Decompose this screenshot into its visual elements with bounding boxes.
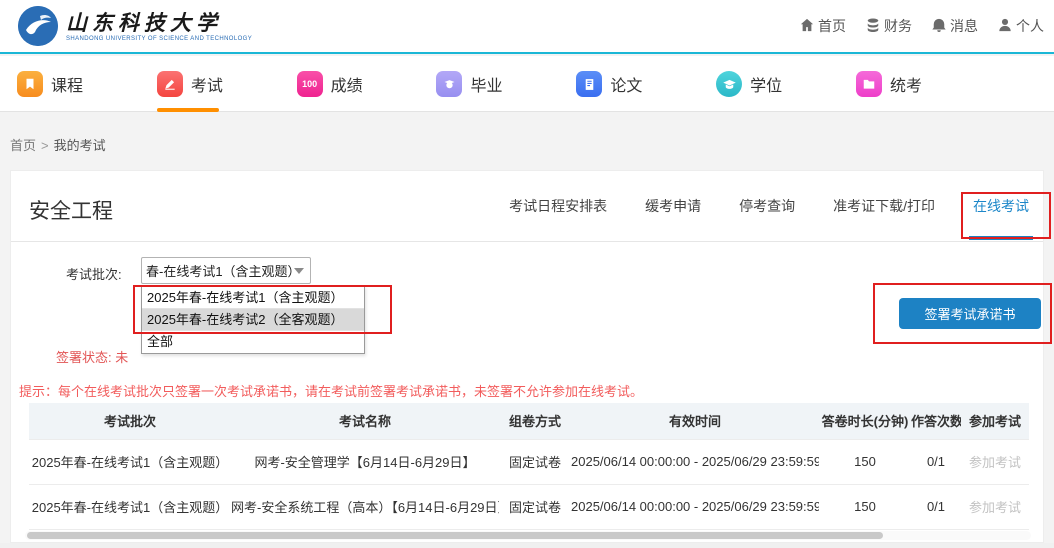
- exam-section-tabs: 考试日程安排表 缓考申请 停考查询 准考证下载/打印 在线考试: [507, 171, 1031, 241]
- nav-tab-courses[interactable]: 课程: [17, 56, 83, 112]
- tab-admission-ticket[interactable]: 准考证下载/打印: [831, 172, 937, 240]
- content-card: 安全工程 考试日程安排表 缓考申请 停考查询 准考证下载/打印 在线考试 考试批…: [10, 170, 1044, 543]
- nav-tab-graduation[interactable]: 毕业: [436, 56, 502, 112]
- dropdown-option-2[interactable]: 2025年春-在线考试2（全客观题）: [142, 309, 364, 331]
- app-window: 山东科技大学 SHANDONG UNIVERSITY OF SCIENCE AN…: [0, 0, 1054, 548]
- degree-cap-icon: [716, 71, 742, 97]
- exam-pencil-icon: [157, 71, 183, 97]
- folder-icon: [856, 71, 882, 97]
- dropdown-option-3[interactable]: 全部: [142, 331, 364, 353]
- nav-tab-grades[interactable]: 100 成绩: [297, 56, 363, 112]
- university-logo: 山东科技大学 SHANDONG UNIVERSITY OF SCIENCE AN…: [18, 6, 252, 46]
- col-header-duration: 答卷时长(分钟): [819, 403, 911, 439]
- col-header-action: 参加考试: [961, 403, 1029, 439]
- tab-deferred-exam[interactable]: 缓考申请: [643, 172, 703, 240]
- score-100-icon: 100: [297, 71, 323, 97]
- page-title: 安全工程: [29, 195, 113, 225]
- batch-select[interactable]: 春-在线考试1（含主观题）: [141, 257, 311, 284]
- top-header: 山东科技大学 SHANDONG UNIVERSITY OF SCIENCE AN…: [0, 0, 1054, 54]
- main-nav: 课程 考试 100 成绩 毕业 论文 学位: [0, 56, 1054, 112]
- topnav-finance[interactable]: 财务: [866, 16, 912, 36]
- exam-table: 考试批次 考试名称 组卷方式 有效时间 答卷时长(分钟) 作答次数 参加考试 2…: [29, 403, 1029, 530]
- page-bottom-strip: [0, 543, 1054, 548]
- active-nav-underline: [157, 108, 219, 112]
- col-header-attempts: 作答次数: [911, 403, 961, 439]
- nav-tab-unified-exam[interactable]: 统考: [856, 56, 922, 112]
- take-exam-link[interactable]: 参加考试: [961, 439, 1029, 484]
- university-logo-icon: [18, 6, 58, 46]
- nav-tab-thesis[interactable]: 论文: [576, 56, 642, 112]
- col-header-method: 组卷方式: [499, 403, 571, 439]
- top-right-nav: 首页 财务 消息 个人: [800, 0, 1044, 52]
- take-exam-link[interactable]: 参加考试: [961, 484, 1029, 529]
- dropdown-option-1[interactable]: 2025年春-在线考试1（含主观题）: [142, 287, 364, 309]
- col-header-batch: 考试批次: [29, 403, 231, 439]
- breadcrumb: 首页>我的考试: [10, 135, 106, 154]
- sign-commitment-button[interactable]: 签署考试承诺书: [899, 298, 1041, 329]
- table-row: 2025年春-在线考试1（含主观题） 网考-安全系统工程（高本）【6月14日-6…: [29, 484, 1029, 529]
- logo-english-name: SHANDONG UNIVERSITY OF SCIENCE AND TECHN…: [66, 36, 252, 42]
- warning-tip: 提示：每个在线考试批次只签署一次考试承诺书，请在考试前签署考试承诺书，未签署不允…: [19, 381, 643, 400]
- topnav-messages[interactable]: 消息: [932, 16, 978, 36]
- bell-icon: [932, 18, 946, 35]
- horizontal-scrollbar-thumb[interactable]: [27, 532, 883, 539]
- tab-suspended-exam[interactable]: 停考查询: [737, 172, 797, 240]
- breadcrumb-current: 我的考试: [54, 138, 106, 153]
- chevron-down-icon: [294, 268, 304, 274]
- sign-status-value: 未: [115, 350, 128, 365]
- tab-online-exam[interactable]: 在线考试: [971, 172, 1031, 240]
- table-header-row: 考试批次 考试名称 组卷方式 有效时间 答卷时长(分钟) 作答次数 参加考试: [29, 403, 1029, 439]
- graduation-icon: [436, 71, 462, 97]
- exam-table-wrap: 考试批次 考试名称 组卷方式 有效时间 答卷时长(分钟) 作答次数 参加考试 2…: [29, 403, 1029, 530]
- thesis-document-icon: [576, 71, 602, 97]
- topnav-home[interactable]: 首页: [800, 16, 846, 36]
- tab-exam-schedule[interactable]: 考试日程安排表: [507, 172, 609, 240]
- col-header-name: 考试名称: [231, 403, 499, 439]
- logo-chinese-name: 山东科技大学: [66, 11, 252, 35]
- divider: [11, 241, 1043, 242]
- person-icon: [998, 18, 1012, 35]
- sign-status: 签署状态: 未: [56, 347, 128, 366]
- table-row: 2025年春-在线考试1（含主观题） 网考-安全管理学【6月14日-6月29日】…: [29, 439, 1029, 484]
- course-book-icon: [17, 71, 43, 97]
- home-icon: [800, 18, 814, 35]
- batch-label: 考试批次:: [66, 264, 122, 283]
- batch-dropdown-list: 2025年春-在线考试1（含主观题） 2025年春-在线考试2（全客观题） 全部: [141, 286, 365, 354]
- nav-tab-degree[interactable]: 学位: [716, 56, 782, 112]
- coins-icon: [866, 18, 880, 35]
- nav-tab-exams[interactable]: 考试: [157, 56, 223, 112]
- col-header-time: 有效时间: [571, 403, 819, 439]
- horizontal-scrollbar-track: [25, 531, 1031, 540]
- topnav-profile[interactable]: 个人: [998, 16, 1044, 36]
- breadcrumb-home[interactable]: 首页: [10, 138, 36, 153]
